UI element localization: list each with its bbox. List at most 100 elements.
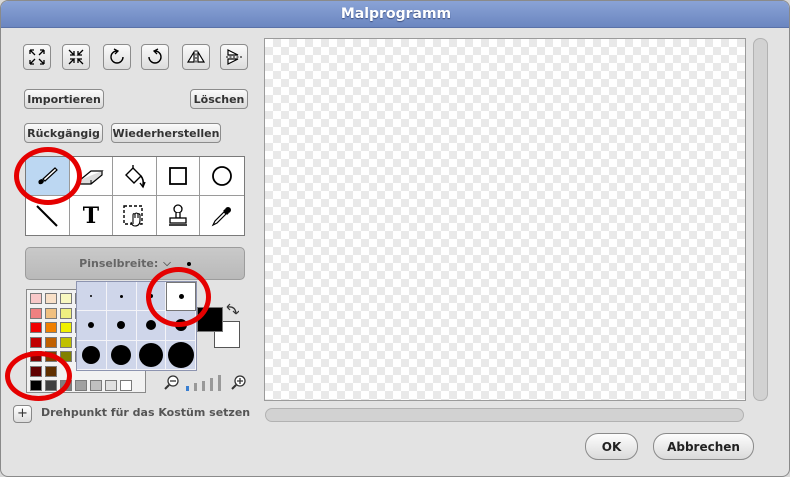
tool-text[interactable]: T [69,196,114,235]
brush-size-option[interactable] [77,340,107,370]
brush-size-option[interactable] [77,311,107,341]
brush-size-option[interactable] [166,282,196,312]
ok-button[interactable]: OK [585,433,638,460]
tool-line[interactable] [26,196,70,235]
shrink-button[interactable] [62,44,90,70]
line-icon [36,204,59,227]
color-swatch[interactable] [30,336,42,348]
rotate-right-button[interactable] [141,44,169,70]
redo-button[interactable]: Wiederherstellen [111,123,221,143]
vertical-scrollbar[interactable] [753,38,768,401]
tool-fill[interactable] [113,157,157,196]
color-swatch[interactable] [60,351,72,362]
brush-size-dot [111,344,132,365]
grow-icon [29,49,45,65]
window-title: Malprogramm [1,1,789,28]
brush-size-option[interactable] [166,340,196,370]
flip-vertical-icon [226,49,242,65]
zoom-level-bars[interactable] [186,375,226,391]
brush-size-option[interactable] [136,340,167,370]
fill-bucket-icon [125,165,147,189]
tool-paintbrush[interactable] [26,157,70,196]
current-brush-dot [186,261,191,266]
tool-rectangle[interactable] [156,157,201,196]
rectangle-icon [169,167,187,185]
paintbrush-icon [38,167,59,185]
brush-size-dot [145,320,156,331]
select-hand-icon [123,204,144,227]
paint-canvas[interactable] [264,38,746,401]
brush-size-option[interactable] [106,340,137,370]
clear-button[interactable]: Löschen [190,89,248,109]
stamp-icon [169,203,188,226]
color-swatch[interactable] [60,293,72,304]
color-swatch[interactable] [30,380,42,391]
eraser-icon [78,170,104,185]
color-swatch[interactable] [30,365,42,377]
color-swatch[interactable] [30,351,42,362]
tool-select[interactable] [113,196,157,235]
color-swatch[interactable] [60,307,72,319]
import-button[interactable]: Importieren [24,89,104,109]
color-swatch[interactable] [45,293,57,304]
color-swatch[interactable] [45,307,57,319]
flip-vertical-button[interactable] [220,44,248,70]
brush-size-dot [167,341,194,368]
brush-size-option[interactable] [136,311,167,341]
brush-size-dot [90,295,93,298]
undo-button[interactable]: Rückgängig [24,123,103,143]
swap-colors-icon[interactable] [225,303,239,317]
flip-horizontal-icon [186,49,206,64]
rotate-right-icon [148,48,162,64]
horizontal-scrollbar[interactable] [265,408,744,422]
brush-size-option[interactable] [106,311,137,341]
shrink-icon [68,49,84,65]
brush-size-dot [148,294,153,299]
brush-size-dot [82,345,101,364]
brush-size-option[interactable] [77,282,107,312]
grow-button[interactable] [23,44,51,70]
color-swatch[interactable] [120,380,132,391]
tool-eraser[interactable] [69,157,114,196]
color-swatch[interactable] [30,307,42,319]
color-swatch[interactable] [75,380,87,391]
brush-size-popup [76,281,197,371]
cancel-button[interactable]: Abbrechen [653,433,754,460]
brush-width-selector[interactable]: Pinselbreite: ⌵ [25,247,245,280]
color-swatch[interactable] [45,365,57,377]
color-swatch[interactable] [60,322,72,333]
text-icon: T [82,202,100,229]
brush-size-option[interactable] [166,311,196,341]
tool-ellipse[interactable] [200,157,244,196]
ellipse-icon [212,166,233,186]
color-swatch[interactable] [30,293,42,304]
color-swatch[interactable] [30,322,42,333]
chevron-down-icon: ⌵ [163,258,171,269]
tool-eyedropper[interactable] [200,196,244,235]
color-swatch[interactable] [45,336,57,348]
color-swatch[interactable] [60,336,72,348]
zoom-in-icon[interactable] [231,374,247,390]
color-swatch[interactable] [60,380,72,391]
brush-size-dot [119,294,123,298]
brush-size-option[interactable] [136,282,167,312]
brush-size-dot [117,321,126,330]
tool-palette: T [25,156,245,236]
color-swatch[interactable] [45,380,57,391]
brush-size-dot [178,294,184,300]
color-swatch[interactable] [90,380,102,391]
brush-size-dot [138,342,163,367]
color-swatch[interactable] [45,351,57,362]
paint-editor-dialog: Malprogramm Importieren Löschen Rückgäng… [0,0,790,477]
foreground-color-swatch[interactable] [197,307,223,332]
color-swatch[interactable] [105,380,117,391]
zoom-out-icon[interactable] [164,374,180,390]
brush-size-option[interactable] [106,282,137,312]
brush-width-label: Pinselbreite: [79,257,159,270]
brush-size-dot [88,322,95,329]
tool-stamp[interactable] [156,196,201,235]
rotate-left-button[interactable] [103,44,131,70]
set-rotation-center-button[interactable]: + [13,405,32,423]
color-swatch[interactable] [45,322,57,333]
flip-horizontal-button[interactable] [182,44,210,70]
